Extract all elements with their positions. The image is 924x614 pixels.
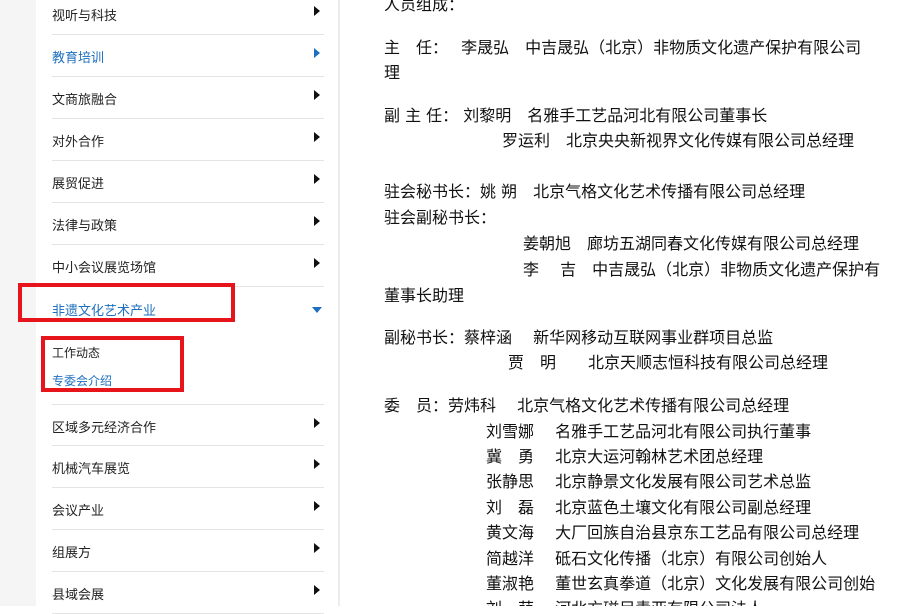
chevron-right-icon bbox=[314, 543, 320, 553]
sidebar-item-law-policy[interactable]: 法律与政策 bbox=[52, 203, 324, 245]
member-line: 理 bbox=[384, 63, 401, 82]
chevron-right-icon bbox=[314, 418, 320, 428]
sidebar-item-machinery-auto[interactable]: 机械汽车展览 bbox=[52, 446, 324, 488]
chevron-right-icon bbox=[314, 174, 320, 184]
sidebar-item-foreign-cooperation[interactable]: 对外合作 bbox=[52, 119, 324, 161]
member-line: 简越洋 砥石文化传播（北京）有限公司创始人 bbox=[486, 549, 828, 568]
member-line: 董淑艳 董世玄真拳道（北京）文化发展有限公司创始 bbox=[486, 574, 876, 593]
member-line: 姜朝旭 廊坊五湖同春文化传媒有限公司总经理 bbox=[523, 234, 860, 253]
sidebar-item-regional-economy[interactable]: 区域多元经济合作 bbox=[52, 404, 324, 446]
members-heading: 人员组成： bbox=[384, 0, 465, 14]
member-line: 李 吉 中吉晟弘（北京）非物质文化遗产保护有 bbox=[523, 260, 881, 279]
highlight-box-category bbox=[18, 283, 235, 322]
sidebar-nav: 视听与科技 教育培训 文商旅融合 对外合作 展贸促进 法律与政策 中小会议展览场… bbox=[0, 0, 340, 614]
member-line: 驻会秘书长：姚 朔 北京气格文化艺术传播有限公司总经理 bbox=[384, 182, 806, 201]
sidebar-item-label: 会议产业 bbox=[52, 504, 105, 519]
sidebar-item-audiovisual-tech[interactable]: 视听与科技 bbox=[52, 0, 324, 35]
sidebar-item-label: 对外合作 bbox=[52, 135, 105, 150]
sidebar-item-education-training[interactable]: 教育培训 bbox=[52, 35, 324, 77]
chevron-right-icon bbox=[314, 216, 320, 226]
member-line: 罗运利 北京央央新视界文化传媒有限公司总经理 bbox=[502, 131, 855, 150]
member-line: 刘 萌 河北方磁足青亚有限公司法人 bbox=[486, 598, 763, 606]
chevron-right-icon bbox=[314, 48, 320, 58]
highlight-box-subnav bbox=[41, 336, 184, 392]
sidebar-item-label: 视听与科技 bbox=[52, 9, 118, 24]
sidebar-item-label: 县域会展 bbox=[52, 588, 105, 603]
sidebar-divider bbox=[338, 0, 340, 606]
sidebar-item-label: 组展方 bbox=[52, 546, 92, 561]
chevron-right-icon bbox=[314, 90, 320, 100]
sidebar-item-county-exhibitions[interactable]: 县域会展 bbox=[52, 572, 324, 614]
chevron-right-icon bbox=[314, 6, 320, 16]
sidebar-item-meeting-industry[interactable]: 会议产业 bbox=[52, 488, 324, 530]
member-line: 主 任： 李晟弘 中吉晟弘（北京）非物质文化遗产保护有限公司 bbox=[384, 38, 862, 57]
chevron-right-icon bbox=[314, 132, 320, 142]
member-line: 副秘书长：蔡梓涵 新华网移动互联网事业群项目总监 bbox=[384, 328, 774, 347]
member-line: 驻会副秘书长： bbox=[384, 208, 497, 227]
sidebar-item-organizers[interactable]: 组展方 bbox=[52, 530, 324, 572]
member-line: 副 主 任： 刘黎明 名雅手工艺品河北有限公司董事长 bbox=[384, 106, 768, 125]
committee-members-content: 人员组成： 主 任： 李晟弘 中吉晟弘（北京）非物质文化遗产保护有限公司 理 副… bbox=[384, 0, 924, 606]
sidebar-item-label: 区域多元经济合作 bbox=[52, 421, 157, 436]
sidebar-item-trade-promotion[interactable]: 展贸促进 bbox=[52, 161, 324, 203]
chevron-down-icon bbox=[312, 307, 322, 313]
chevron-right-icon bbox=[314, 459, 320, 469]
member-line: 董事长助理 bbox=[384, 286, 465, 305]
chevron-right-icon bbox=[314, 501, 320, 511]
sidebar-item-culture-commerce-tourism[interactable]: 文商旅融合 bbox=[52, 77, 324, 119]
sidebar-item-label: 中小会议展览场馆 bbox=[52, 261, 157, 276]
sidebar-item-venues[interactable]: 中小会议展览场馆 bbox=[52, 245, 324, 287]
chevron-right-icon bbox=[314, 585, 320, 595]
sidebar-item-label: 教育培训 bbox=[52, 51, 105, 66]
member-line: 黄文海 大厂回族自治县京东工艺品有限公司总经理 bbox=[486, 523, 860, 542]
member-line: 贾 明 北京天顺志恒科技有限公司总经理 bbox=[508, 353, 829, 372]
sidebar-item-label: 文商旅融合 bbox=[52, 93, 118, 108]
member-line: 刘雪娜 名雅手工艺品河北有限公司执行董事 bbox=[486, 422, 812, 441]
member-line: 冀 勇 北京大运河翰林艺术团总经理 bbox=[486, 447, 764, 466]
sidebar-item-label: 机械汽车展览 bbox=[52, 462, 131, 477]
member-line: 张静思 北京静景文化发展有限公司艺术总监 bbox=[486, 472, 812, 491]
chevron-right-icon bbox=[314, 258, 320, 268]
sidebar-item-label: 法律与政策 bbox=[52, 219, 118, 234]
sidebar-item-label: 展贸促进 bbox=[52, 177, 105, 192]
member-line: 刘 磊 北京蓝色土壤文化有限公司副总经理 bbox=[486, 498, 812, 517]
member-line: 委 员：劳炜科 北京气格文化艺术传播有限公司总经理 bbox=[384, 396, 790, 415]
